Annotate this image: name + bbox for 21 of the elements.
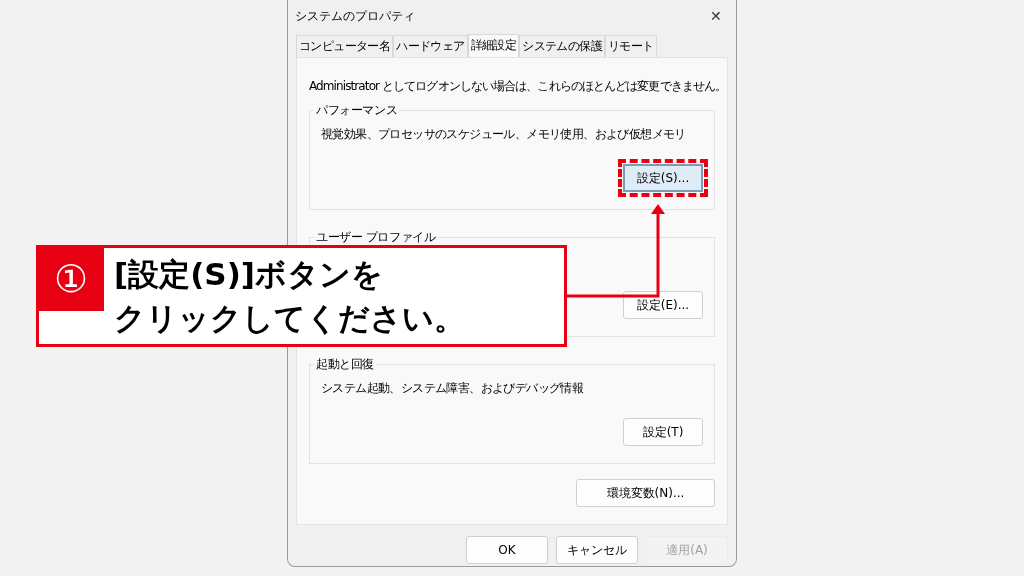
dialog-button[interactable]: OK: [466, 536, 548, 564]
environment-variables-button[interactable]: 環境変数(N)...: [576, 479, 715, 507]
callout-text: [設定(S)]ボタンを: [114, 255, 384, 294]
settings-button[interactable]: 設定(E)...: [623, 291, 703, 319]
group-title: パフォーマンス: [314, 102, 400, 119]
settings-button[interactable]: 設定(S)...: [623, 164, 703, 192]
tab[interactable]: リモート: [605, 35, 657, 57]
group-description: システム起動、システム障害、およびデバッグ情報: [321, 381, 585, 396]
dialog-button[interactable]: キャンセル: [556, 536, 638, 564]
group-title: 起動と回復: [314, 356, 376, 373]
notice-text: Administrator としてログオンしない場合は、これらのほとんどは変更できません。: [309, 79, 727, 94]
tab[interactable]: システムの保護: [519, 35, 606, 57]
tab[interactable]: ハードウェア: [393, 35, 468, 57]
tab[interactable]: コンピューター名: [296, 35, 394, 57]
window-title: システムのプロパティ: [295, 7, 415, 25]
callout-text: クリックしてください。: [114, 299, 465, 338]
tab[interactable]: 詳細設定: [467, 34, 520, 57]
settings-button[interactable]: 設定(T): [623, 418, 703, 446]
close-button[interactable]: ✕: [708, 8, 724, 24]
group-description: 視覚効果、プロセッサのスケジュール、メモリ使用、および仮想メモリ: [321, 127, 687, 142]
step-number: ①: [38, 247, 104, 311]
